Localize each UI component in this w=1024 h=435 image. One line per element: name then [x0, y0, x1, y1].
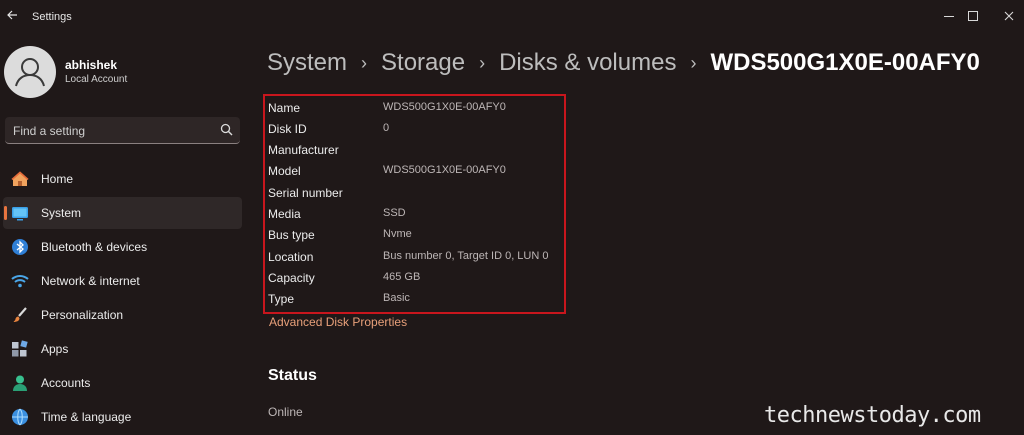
- time-language-icon: [12, 408, 28, 426]
- property-value: 0: [383, 122, 390, 134]
- sidebar-item-system[interactable]: System: [3, 197, 242, 229]
- property-row: Serial number: [268, 184, 563, 202]
- property-row: Bus type Nvme: [268, 226, 563, 244]
- property-value: WDS500G1X0E-00AFY0: [383, 164, 506, 176]
- property-key: Manufacturer: [268, 143, 339, 157]
- property-row: Model WDS500G1X0E-00AFY0: [268, 162, 563, 180]
- property-value: 465 GB: [383, 271, 421, 283]
- sidebar-item-home[interactable]: Home: [3, 163, 242, 195]
- breadcrumb: System › Storage › Disks & volumes › WDS…: [267, 46, 980, 80]
- property-value: Bus number 0, Target ID 0, LUN 0: [383, 250, 549, 262]
- chevron-right-icon: ›: [479, 52, 486, 73]
- property-row: Name WDS500G1X0E-00AFY0: [268, 99, 563, 117]
- property-key: Bus type: [268, 228, 315, 242]
- maximize-icon: [968, 11, 978, 21]
- sidebar-item-label: Personalization: [41, 308, 124, 322]
- property-key: Location: [268, 250, 314, 264]
- property-key: Capacity: [268, 271, 315, 285]
- account-type: Local Account: [65, 74, 128, 85]
- property-row: Capacity 465 GB: [268, 269, 563, 287]
- status-heading: Status: [268, 367, 317, 384]
- property-key: Disk ID: [268, 122, 307, 136]
- system-icon: [12, 207, 28, 221]
- property-key: Model: [268, 164, 301, 178]
- property-value: SSD: [383, 207, 406, 219]
- sidebar-item-label: Bluetooth & devices: [41, 240, 148, 254]
- accounts-icon: [13, 375, 27, 391]
- sidebar-item-label: Home: [41, 172, 74, 186]
- sidebar-nav: Home System Bluetooth & devices Network …: [3, 163, 242, 435]
- property-key: Name: [268, 101, 301, 115]
- wifi-icon: [11, 275, 29, 288]
- property-row: Media SSD: [268, 205, 563, 223]
- back-button[interactable]: [6, 9, 20, 23]
- property-value: Nvme: [383, 228, 412, 240]
- status-value: Online: [268, 405, 303, 419]
- app-title: Settings: [32, 11, 72, 23]
- avatar: [4, 46, 56, 98]
- property-row: Disk ID 0: [268, 120, 563, 138]
- sidebar-item-network-internet[interactable]: Network & internet: [3, 265, 242, 297]
- property-value: Basic: [383, 292, 410, 304]
- property-row: Location Bus number 0, Target ID 0, LUN …: [268, 248, 563, 266]
- sidebar-item-label: Apps: [41, 342, 69, 356]
- disk-properties: Name WDS500G1X0E-00AFY0 Disk ID 0 Manufa…: [263, 94, 566, 314]
- chevron-right-icon: ›: [690, 52, 697, 73]
- chevron-right-icon: ›: [361, 52, 368, 73]
- search-box[interactable]: [5, 117, 240, 144]
- property-row: Manufacturer: [268, 141, 563, 159]
- user-name: abhishek: [65, 58, 118, 72]
- property-key: Serial number: [268, 186, 343, 200]
- sidebar-item-label: System: [41, 206, 82, 220]
- sidebar-item-personalization[interactable]: Personalization: [3, 299, 242, 331]
- sidebar-item-bluetooth-devices[interactable]: Bluetooth & devices: [3, 231, 242, 263]
- sidebar-item-label: Time & language: [41, 410, 132, 424]
- close-button[interactable]: [986, 2, 1024, 30]
- search-icon[interactable]: [220, 123, 233, 136]
- page-title: WDS500G1X0E-00AFY0: [710, 49, 980, 76]
- property-key: Media: [268, 207, 301, 221]
- advanced-disk-properties-link[interactable]: Advanced Disk Properties: [269, 315, 407, 329]
- search-input[interactable]: [13, 123, 203, 138]
- sidebar-item-time-language[interactable]: Time & language: [3, 401, 242, 433]
- sidebar-item-label: Network & internet: [41, 274, 140, 288]
- bluetooth-icon: [12, 239, 28, 255]
- sidebar-item-apps[interactable]: Apps: [3, 333, 242, 365]
- breadcrumb-storage[interactable]: Storage: [381, 49, 465, 77]
- brush-icon: [13, 307, 27, 322]
- sidebar-item-accounts[interactable]: Accounts: [3, 367, 242, 399]
- close-icon: [1004, 11, 1014, 21]
- home-icon: [11, 171, 29, 186]
- user-icon: [15, 58, 45, 87]
- breadcrumb-system[interactable]: System: [267, 49, 347, 77]
- title-bar: Settings: [0, 0, 1024, 34]
- apps-icon: [12, 340, 28, 357]
- sidebar-item-label: Accounts: [41, 376, 91, 390]
- property-key: Type: [268, 292, 295, 306]
- property-row: Type Basic: [268, 290, 563, 308]
- breadcrumb-disks-volumes[interactable]: Disks & volumes: [499, 49, 676, 77]
- back-arrow-icon: [7, 10, 17, 20]
- watermark: technewstoday.com: [764, 403, 981, 428]
- property-value: WDS500G1X0E-00AFY0: [383, 101, 506, 113]
- active-indicator: [4, 206, 7, 220]
